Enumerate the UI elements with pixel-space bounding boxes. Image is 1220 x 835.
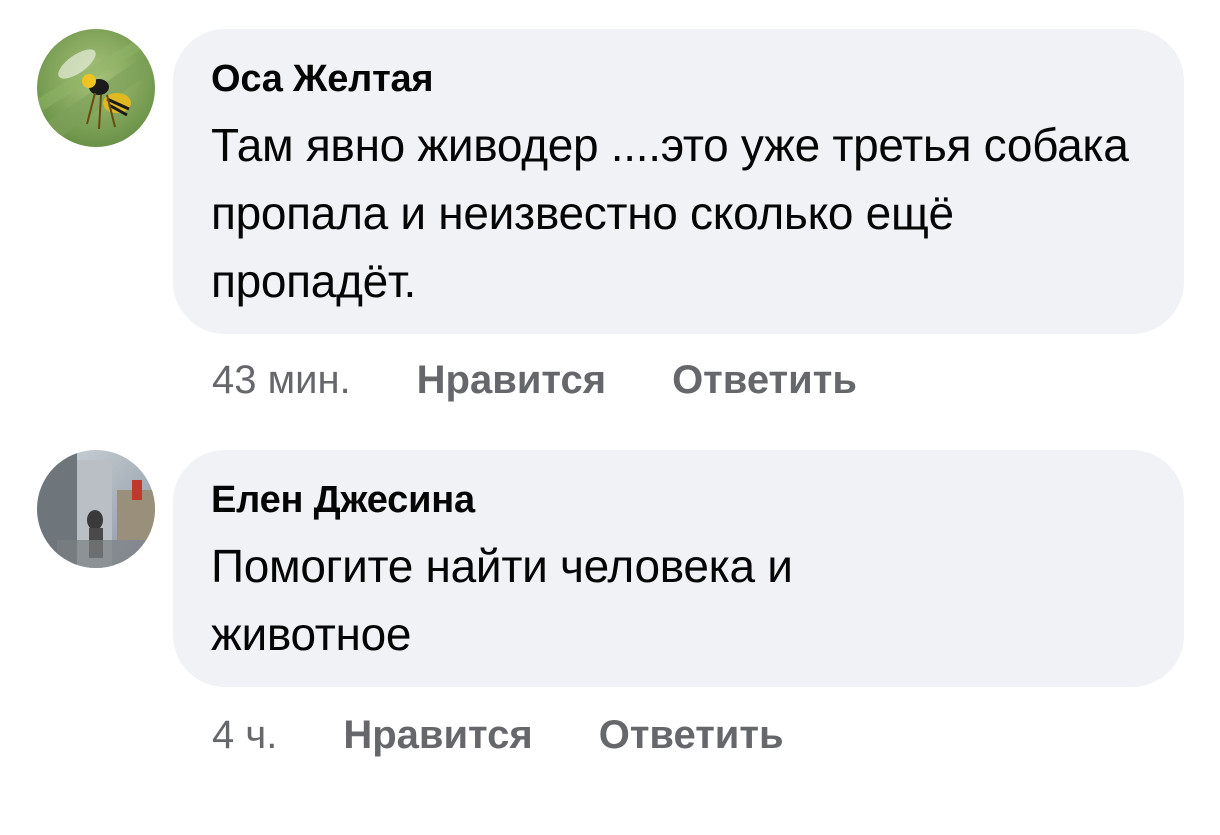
like-button[interactable]: Нравится — [417, 358, 606, 403]
wasp-avatar-icon — [37, 29, 155, 147]
comment-author[interactable]: Елен Джесина — [211, 478, 1144, 522]
comment-text: Помогите найти человека и животное — [211, 540, 793, 660]
comment-bubble: Оса Желтая Там явно живодер ....это уже … — [173, 29, 1184, 334]
person-avatar-icon — [37, 450, 155, 568]
like-button[interactable]: Нравится — [343, 713, 532, 758]
comment-actions: 43 мин. Нравится Ответить — [212, 358, 923, 403]
comment-text: Там явно живодер ....это уже третья соба… — [211, 119, 1129, 307]
comment-timestamp[interactable]: 43 мин. — [212, 358, 351, 403]
comment-actions: 4 ч. Нравится Ответить — [212, 713, 850, 758]
comment-author[interactable]: Оса Желтая — [211, 57, 1144, 101]
reply-button[interactable]: Ответить — [672, 358, 857, 403]
avatar[interactable] — [37, 29, 155, 147]
avatar[interactable] — [37, 450, 155, 568]
comment-bubble: Елен Джесина Помогите найти человека и ж… — [173, 450, 1184, 687]
comment-timestamp[interactable]: 4 ч. — [212, 713, 277, 758]
reply-button[interactable]: Ответить — [599, 713, 784, 758]
